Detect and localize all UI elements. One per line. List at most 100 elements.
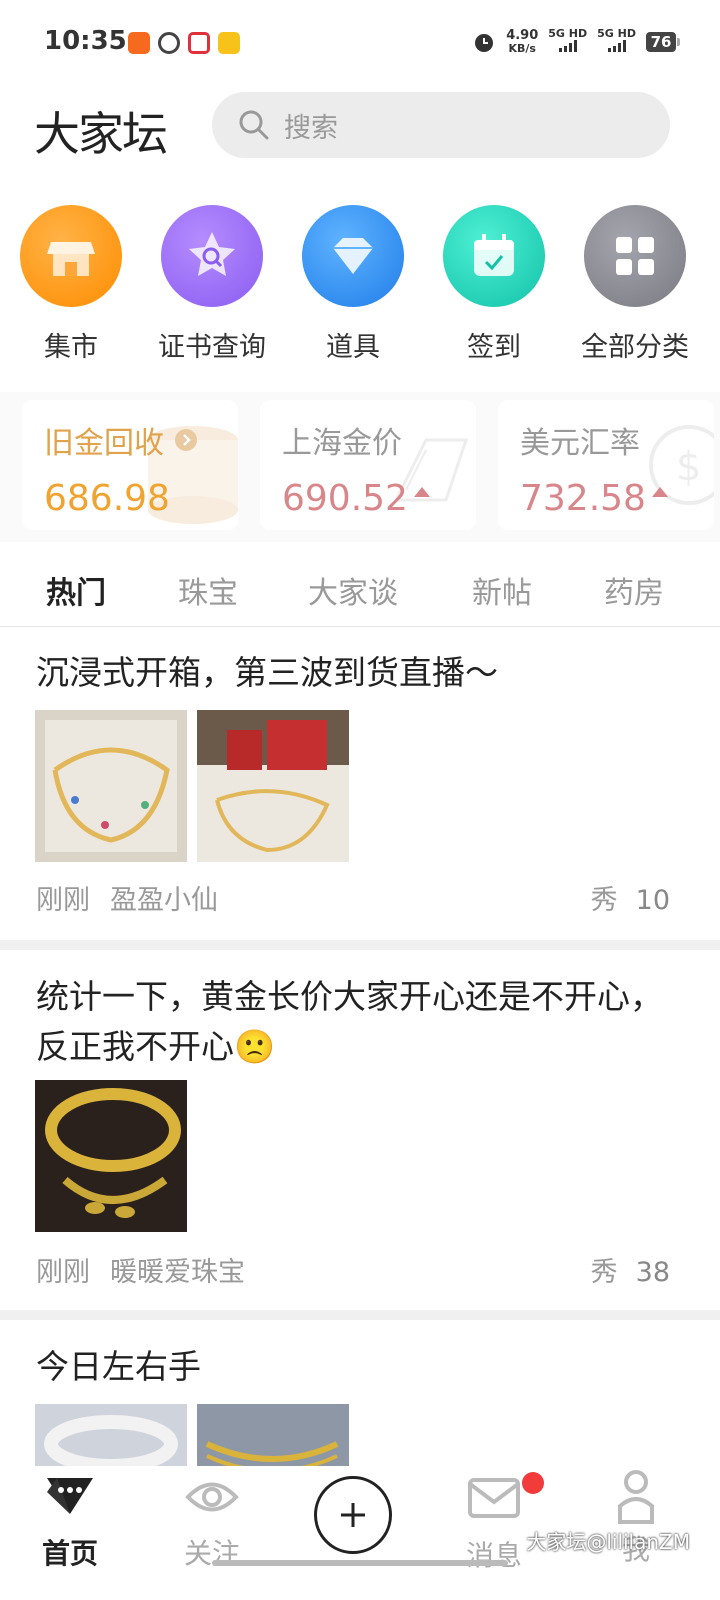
calendar-icon (443, 205, 545, 307)
home-icon (47, 1478, 93, 1514)
new-post-button[interactable] (314, 1476, 392, 1554)
arrow-up-icon (413, 487, 430, 497)
star-search-icon (161, 205, 263, 307)
feed-tabs: 热门 珠宝 大家谈 新帖 药房 (0, 548, 720, 627)
post-title: 统计一下，黄金长价大家开心还是不开心，反正我不开心🙁 (36, 977, 663, 1066)
diamond-icon (302, 205, 404, 307)
price-card-gold-recycle[interactable]: 旧金回收 686.98 (22, 400, 238, 530)
nav-label: 关注 (183, 1537, 240, 1570)
tab-discussion[interactable]: 大家谈 (308, 568, 398, 612)
signal-icon (607, 40, 626, 52)
nav-home[interactable]: 首页 (10, 1466, 130, 1572)
tab-new-posts[interactable]: 新帖 (472, 568, 532, 612)
post-meta: 刚刚 暖暖爱珠宝 (36, 1250, 245, 1289)
network-speed: 4.90 KB/s (506, 29, 538, 55)
post-count-value: 38 (635, 1257, 670, 1288)
shop-icon (20, 205, 122, 307)
price-title: 上海金价 (282, 426, 402, 461)
post-image[interactable] (197, 710, 349, 862)
eye-icon (185, 1482, 239, 1512)
gesture-bar[interactable] (212, 1560, 508, 1566)
network-speed-unit: KB/s (508, 41, 536, 55)
app-notification-icon (158, 32, 180, 54)
divider (0, 940, 720, 950)
grid-icon (584, 205, 686, 307)
nav-label: 首页 (41, 1537, 98, 1570)
price-value: 732.58 (520, 478, 646, 519)
battery-icon: 76 (646, 31, 680, 52)
bottom-nav: 首页 关注 消息 我 大家坛@lililanZM (0, 1466, 720, 1600)
battery-level: 76 (646, 31, 676, 52)
category-all[interactable]: 全部分类 (564, 200, 706, 364)
search-icon (239, 110, 269, 140)
post-title: 沉浸式开箱，第三波到货直播～ (36, 653, 498, 692)
notification-icons (128, 32, 240, 54)
tab-hot[interactable]: 热门 (46, 568, 106, 612)
arrow-up-icon (651, 487, 668, 497)
post-meta: 刚刚 盈盈小仙 (36, 878, 218, 917)
price-cards: 旧金回收 686.98 上海金价 690.52 $ 美元汇率 732.58 (0, 392, 720, 542)
price-card-usd-rate[interactable]: $ 美元汇率 732.58 (498, 400, 714, 530)
category-props[interactable]: 道具 (282, 200, 424, 364)
unread-badge (522, 1472, 544, 1494)
post-count-value: 10 (635, 885, 670, 916)
post-image[interactable] (35, 1080, 187, 1232)
tab-pharmacy[interactable]: 药房 (604, 568, 664, 612)
mail-icon (468, 1478, 520, 1518)
post-image[interactable] (35, 710, 187, 862)
post-image[interactable] (197, 1404, 349, 1470)
sim1-signal: 5G HD (548, 28, 587, 55)
category-label: 全部分类 (581, 332, 689, 363)
search-placeholder: 搜索 (284, 112, 338, 144)
post-count: 秀 10 (591, 878, 670, 917)
watermark: 大家坛@lililanZM (526, 1530, 690, 1554)
post-card[interactable]: 统计一下，黄金长价大家开心还是不开心，反正我不开心🙁 刚刚 暖暖爱珠宝 秀 38 (0, 950, 720, 1310)
post-image[interactable] (35, 1404, 187, 1470)
post-title: 今日左右手 (36, 1347, 201, 1386)
status-bar: 10:35 4.90 KB/s 5G HD 5G HD 76 (0, 0, 720, 80)
post-tag: 秀 (590, 1257, 618, 1288)
sim1-label: 5G HD (548, 27, 588, 40)
alarm-icon (475, 33, 494, 52)
plus-icon (341, 1503, 365, 1527)
post-card[interactable]: 今日左右手 (0, 1320, 720, 1470)
signal-icon (558, 40, 577, 52)
post-time: 刚刚 (36, 885, 90, 916)
tab-jewelry[interactable]: 珠宝 (178, 568, 238, 612)
price-value: 686.98 (44, 478, 170, 519)
chevron-right-icon (175, 429, 197, 451)
search-bar[interactable]: 搜索 (212, 92, 670, 158)
price-card-shanghai-gold[interactable]: 上海金价 690.52 (260, 400, 476, 530)
person-icon (618, 1470, 654, 1524)
system-indicators: 4.90 KB/s 5G HD 5G HD 76 (472, 28, 680, 55)
post-tag: 秀 (590, 885, 618, 916)
price-title: 旧金回收 (44, 426, 164, 461)
category-checkin[interactable]: 签到 (423, 200, 565, 364)
nav-follow[interactable]: 关注 (152, 1466, 272, 1572)
price-title-wrap: 旧金回收 (44, 418, 198, 462)
post-author[interactable]: 暖暖爱珠宝 (110, 1257, 245, 1288)
svg-text:$: $ (676, 444, 701, 490)
status-time: 10:35 (44, 26, 127, 56)
post-card[interactable]: 沉浸式开箱，第三波到货直播～ 刚刚 盈盈小仙 秀 10 (0, 628, 720, 940)
sim2-signal: 5G HD (597, 28, 636, 55)
divider (0, 1310, 720, 1320)
network-speed-value: 4.90 (506, 27, 539, 43)
category-label: 证书查询 (158, 332, 266, 363)
price-value-wrap: 732.58 (520, 478, 668, 519)
category-label: 集市 (44, 332, 98, 363)
post-count: 秀 38 (591, 1250, 670, 1289)
app-notification-icon (218, 32, 240, 54)
category-certificate[interactable]: 证书查询 (141, 200, 283, 364)
price-value: 690.52 (282, 478, 408, 519)
category-market[interactable]: 集市 (0, 200, 142, 364)
post-time: 刚刚 (36, 1257, 90, 1288)
category-label: 签到 (467, 332, 521, 363)
app-logo: 大家坛 (34, 107, 168, 161)
price-value-wrap: 690.52 (282, 478, 430, 519)
category-label: 道具 (326, 332, 380, 363)
category-row: 集市 证书查询 道具 签到 全部分类 (0, 200, 720, 370)
post-author[interactable]: 盈盈小仙 (110, 885, 218, 916)
app-notification-icon (188, 32, 210, 54)
sim2-label: 5G HD (597, 27, 636, 40)
